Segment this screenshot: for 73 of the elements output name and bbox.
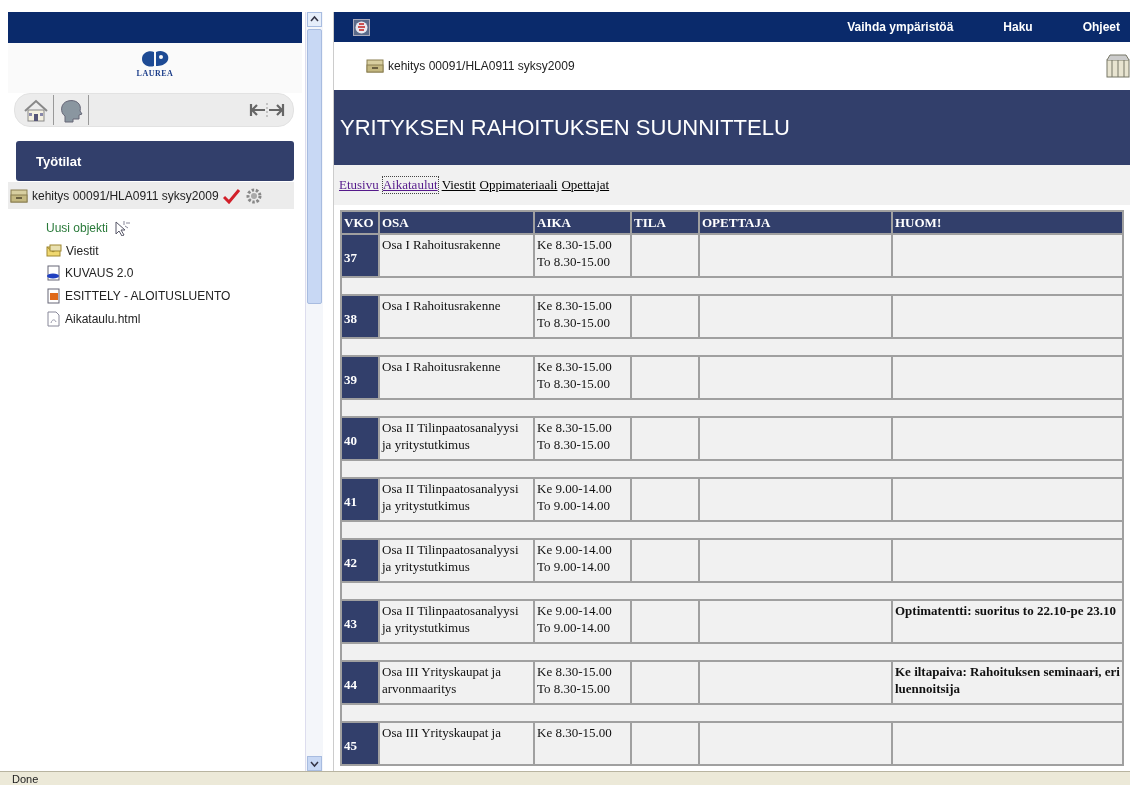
drawer-icon: [366, 58, 384, 74]
globe-icon: [353, 18, 370, 36]
table-cell: Ke 8.30-15.00 To 8.30-15.00: [534, 356, 631, 399]
workspace-row[interactable]: kehitys 00091/HLA0911 syksy2009: [8, 182, 294, 209]
nav-link[interactable]: Opettajat: [561, 177, 610, 193]
nav-link[interactable]: Etusivu: [339, 177, 379, 193]
table-cell: Ke 8.30-15.00 To 8.30-15.00: [534, 661, 631, 704]
column-header: OSA: [379, 211, 534, 234]
section-header: Työtilat: [16, 141, 294, 181]
new-object-link[interactable]: Uusi objekti: [46, 221, 109, 235]
status-text: Done: [12, 772, 39, 785]
week-cell: 43: [341, 600, 379, 643]
table-cell: Ke 9.00-14.00 To 9.00-14.00: [534, 600, 631, 643]
checkmark-icon: [222, 187, 241, 204]
top-link[interactable]: Ohjeet: [1082, 20, 1120, 34]
column-header: HUOM!: [892, 211, 1123, 234]
week-cell: 44: [341, 661, 379, 704]
table-cell: Osa I Rahoitusrakenne: [379, 295, 534, 338]
table-cell: Osa II Tilinpaatosanalyysi ja yritystutkimus: [379, 600, 534, 643]
week-cell: 42: [341, 539, 379, 582]
nav-link[interactable]: Aikataulut: [382, 177, 438, 193]
logo-icon: [140, 49, 170, 69]
table-cell: Ke 8.30-15.00 To 8.30-15.00: [534, 417, 631, 460]
settings-icon: [244, 186, 263, 205]
workspace-name: kehitys 00091/HLA0911 syksy2009: [32, 188, 219, 203]
breadcrumb: kehitys 00091/HLA0911 syksy2009: [388, 59, 575, 73]
week-cell: 37: [341, 234, 379, 277]
column-header: AIKA: [534, 211, 631, 234]
presentation-icon: [46, 288, 61, 304]
workspace-item[interactable]: KUVAUS 2.0: [65, 266, 134, 280]
logo-text: LAUREA: [136, 69, 174, 78]
table-cell: Ke 8.30-15.00 To 8.30-15.00: [534, 295, 631, 338]
page-icon: [46, 311, 61, 327]
table-cell: Osa I Rahoitusrakenne: [379, 356, 534, 399]
column-header: VKO: [341, 211, 379, 234]
table-cell: Osa I Rahoitusrakenne: [379, 234, 534, 277]
workspace-item[interactable]: ESITTELY - ALOITUSLUENTO: [65, 289, 231, 303]
column-header: OPETTAJA: [699, 211, 892, 234]
column-header: TILA: [631, 211, 699, 234]
week-cell: 45: [341, 722, 379, 765]
nav-link[interactable]: Viestit: [441, 177, 476, 193]
page-title: YRITYKSEN RAHOITUKSEN SUUNNITTELU: [334, 90, 1130, 165]
scrollbar[interactable]: [305, 12, 323, 771]
top-link[interactable]: Haku: [1003, 20, 1033, 34]
nav-link[interactable]: Oppimateriaali: [479, 177, 558, 193]
scroll-up-icon: [307, 12, 322, 27]
table-cell: Ke 8.30-15.00: [534, 722, 631, 765]
table-cell: Osa II Tilinpaatosanalyysi ja yritystutkimus: [379, 539, 534, 582]
table-cell: Osa II Tilinpaatosanalyysi ja yritystutkimus: [379, 478, 534, 521]
week-cell: 40: [341, 417, 379, 460]
table-cell: Osa II Tilinpaatosanalyysi ja yritystutkimus: [379, 417, 534, 460]
week-cell: 38: [341, 295, 379, 338]
document-icon: [46, 265, 61, 281]
workspace-item[interactable]: Viestit: [66, 243, 99, 258]
top-link[interactable]: Vaihda ympäristöä: [847, 20, 954, 34]
drawer-icon: [10, 187, 28, 204]
workspace-item[interactable]: Aikataulu.html: [65, 312, 141, 326]
scroll-down-icon: [307, 756, 322, 771]
columns-icon: [1106, 54, 1130, 78]
table-cell: Optimatentti: suoritus to 22.10-pe 23.10: [892, 600, 1123, 643]
table-cell: Ke 9.00-14.00 To 9.00-14.00: [534, 478, 631, 521]
collapse-arrows-icon: [249, 101, 285, 119]
table-cell: Ke iltapaiva: Rahoituksen seminaari, eri luennoitsija: [892, 661, 1123, 704]
cursor-icon: [112, 220, 131, 236]
week-cell: 41: [341, 478, 379, 521]
table-cell: Ke 8.30-15.00 To 8.30-15.00: [534, 234, 631, 277]
head-icon: [58, 97, 84, 123]
table-cell: Osa III Yrityskaupat ja: [379, 722, 534, 765]
week-cell: 39: [341, 356, 379, 399]
table-cell: Osa III Yrityskaupat ja arvonmaaritys: [379, 661, 534, 704]
home-icon: [23, 97, 49, 123]
envelopes-icon: [46, 243, 62, 258]
table-cell: Ke 9.00-14.00 To 9.00-14.00: [534, 539, 631, 582]
